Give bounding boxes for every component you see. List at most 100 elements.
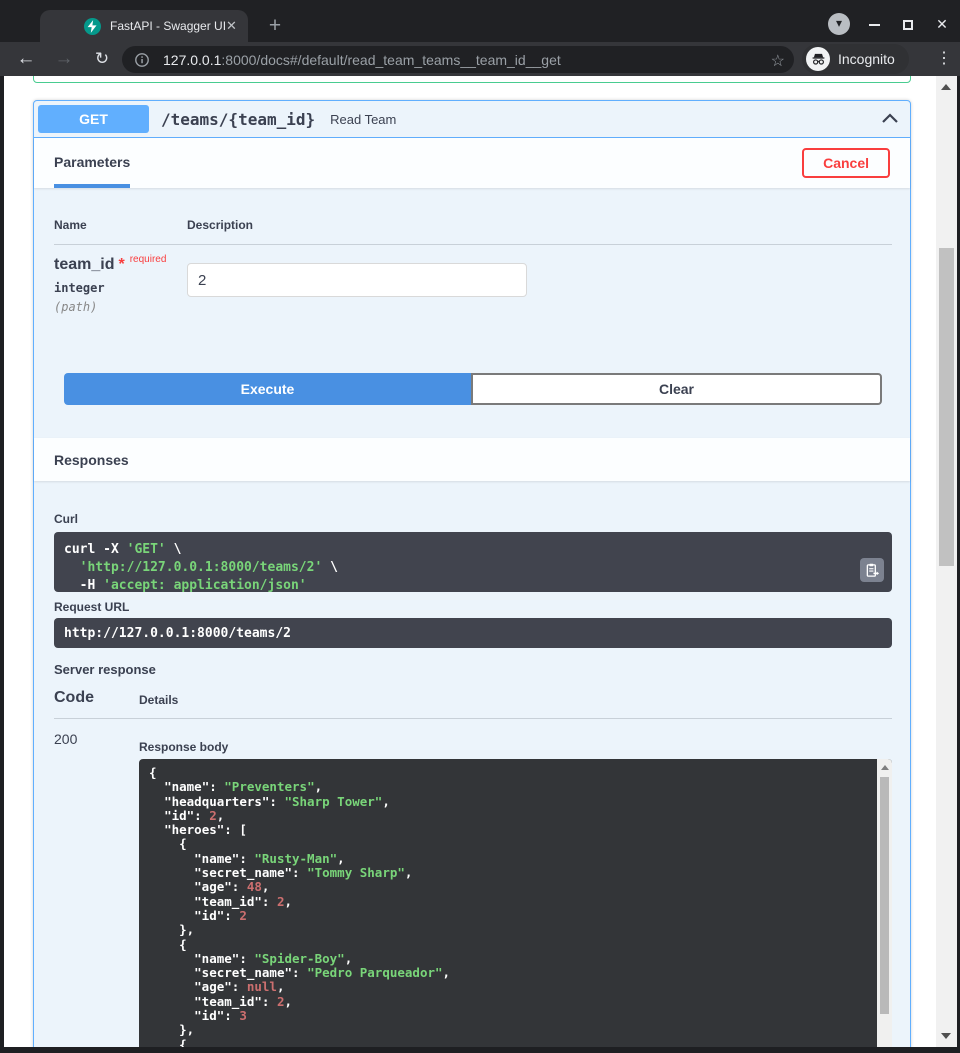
copy-clipboard-icon[interactable] bbox=[860, 558, 884, 582]
endpoint-path: /teams/{team_id} bbox=[161, 110, 315, 129]
details-column-header: Details bbox=[139, 693, 178, 707]
forward-icon[interactable]: → bbox=[50, 42, 78, 76]
code-line: { bbox=[149, 938, 882, 952]
curl-code: curl -X 'GET' \ 'http://127.0.0.1:8000/t… bbox=[64, 541, 882, 595]
code-line: "id": 2 bbox=[149, 909, 882, 923]
browser-toolbar: ← → ↻ 127.0.0.1:8000/docs#/default/read_… bbox=[0, 42, 960, 76]
back-icon[interactable]: ← bbox=[12, 42, 40, 76]
responses-title: Responses bbox=[54, 452, 129, 468]
url-text: 127.0.0.1:8000/docs#/default/read_team_t… bbox=[163, 52, 561, 68]
maximize-icon bbox=[903, 20, 913, 30]
code-line: }, bbox=[149, 1023, 882, 1037]
clear-button[interactable]: Clear bbox=[471, 373, 882, 405]
site-info-icon[interactable] bbox=[134, 52, 150, 68]
execute-row: Execute Clear bbox=[64, 373, 882, 405]
code-line: curl -X 'GET' \ bbox=[64, 541, 882, 559]
code-line: { bbox=[149, 766, 882, 780]
execute-button[interactable]: Execute bbox=[64, 373, 471, 405]
caret-down-icon: ▾ bbox=[836, 16, 842, 30]
previous-endpoint-block-bottom bbox=[33, 76, 911, 83]
request-url-value: http://127.0.0.1:8000/teams/2 bbox=[64, 626, 291, 641]
browser-window: FastAPI - Swagger UI ✕ + ▾ ✕ ← → ↻ 127.0… bbox=[0, 0, 960, 1053]
minimize-button[interactable] bbox=[864, 16, 884, 32]
response-body-block: { "name": "Preventers", "headquarters": … bbox=[139, 759, 892, 1047]
code-line: 'http://127.0.0.1:8000/teams/2' \ bbox=[64, 559, 882, 577]
endpoint-header[interactable]: GET /teams/{team_id} Read Team bbox=[34, 101, 910, 138]
column-header-description: Description bbox=[187, 218, 253, 232]
close-button[interactable]: ✕ bbox=[932, 16, 952, 33]
new-tab-button[interactable]: + bbox=[262, 13, 288, 39]
code-column-header: Code bbox=[54, 689, 94, 707]
parameter-location: (path) bbox=[54, 300, 186, 314]
page-scrollbar-thumb[interactable] bbox=[939, 248, 954, 566]
request-url-block: http://127.0.0.1:8000/teams/2 bbox=[54, 618, 892, 648]
responses-section-header: Responses bbox=[34, 438, 910, 481]
response-table-divider bbox=[54, 718, 892, 719]
incognito-badge: Incognito bbox=[802, 44, 909, 74]
column-header-name: Name bbox=[54, 218, 87, 232]
response-scrollbar[interactable] bbox=[877, 759, 892, 1047]
window-controls: ▾ ✕ bbox=[828, 13, 952, 35]
code-line: "id": 2, bbox=[149, 809, 882, 823]
response-body-label: Response body bbox=[139, 740, 228, 754]
code-line: { bbox=[149, 1038, 882, 1047]
status-code: 200 bbox=[54, 731, 77, 747]
team-id-input[interactable] bbox=[187, 263, 527, 297]
browser-tab[interactable]: FastAPI - Swagger UI ✕ bbox=[40, 10, 248, 42]
code-line: -H 'accept: application/json' bbox=[64, 577, 882, 595]
code-line: "secret_name": "Pedro Parqueador", bbox=[149, 966, 882, 980]
cancel-button[interactable]: Cancel bbox=[802, 148, 890, 178]
endpoint-summary: Read Team bbox=[330, 112, 396, 127]
incognito-label: Incognito bbox=[838, 51, 895, 67]
code-line: "team_id": 2, bbox=[149, 995, 882, 1009]
code-line: "id": 3 bbox=[149, 1009, 882, 1023]
table-divider bbox=[54, 244, 892, 245]
code-line: "team_id": 2, bbox=[149, 895, 882, 909]
page-scrollbar[interactable] bbox=[936, 76, 957, 1047]
tab-parameters[interactable]: Parameters bbox=[54, 138, 130, 188]
url-bar[interactable]: 127.0.0.1:8000/docs#/default/read_team_t… bbox=[122, 46, 794, 73]
required-label: required bbox=[130, 254, 167, 265]
request-url-label: Request URL bbox=[54, 600, 129, 614]
response-json-code: { "name": "Preventers", "headquarters": … bbox=[149, 766, 882, 1047]
code-line: "name": "Rusty-Man", bbox=[149, 852, 882, 866]
incognito-icon bbox=[806, 47, 830, 71]
code-line: "age": null, bbox=[149, 980, 882, 994]
maximize-button[interactable] bbox=[898, 16, 918, 32]
menu-dots-icon[interactable]: ⋮ bbox=[936, 42, 952, 76]
parameters-section-header: Parameters Cancel bbox=[34, 138, 910, 188]
page-content: GET /teams/{team_id} Read Team Parameter… bbox=[4, 76, 957, 1047]
method-badge: GET bbox=[38, 105, 149, 133]
server-response-label: Server response bbox=[54, 662, 156, 677]
get-endpoint-block: GET /teams/{team_id} Read Team Parameter… bbox=[33, 100, 911, 1047]
code-line: "headquarters": "Sharp Tower", bbox=[149, 795, 882, 809]
tab-title: FastAPI - Swagger UI bbox=[110, 19, 226, 33]
parameter-name: team_id bbox=[54, 256, 114, 273]
parameter-name-cell: team_id* required integer (path) bbox=[54, 254, 186, 314]
scroll-up-icon[interactable] bbox=[881, 765, 889, 770]
parameter-type: integer bbox=[54, 281, 186, 295]
page-scroll-up-icon[interactable] bbox=[941, 84, 951, 90]
fastapi-favicon-icon bbox=[84, 18, 101, 35]
response-scrollbar-thumb[interactable] bbox=[880, 777, 889, 1014]
bookmark-star-icon[interactable]: ☆ bbox=[771, 51, 785, 71]
code-line: "heroes": [ bbox=[149, 823, 882, 837]
reload-icon[interactable]: ↻ bbox=[88, 42, 116, 76]
browser-update-icon[interactable]: ▾ bbox=[828, 13, 850, 35]
code-line: { bbox=[149, 837, 882, 851]
url-path: :8000/docs#/default/read_team_teams__tea… bbox=[221, 52, 560, 68]
collapse-chevron-icon[interactable] bbox=[880, 109, 900, 129]
page-scroll-down-icon[interactable] bbox=[941, 1033, 951, 1039]
code-line: "secret_name": "Tommy Sharp", bbox=[149, 866, 882, 880]
code-line: "name": "Spider-Boy", bbox=[149, 952, 882, 966]
required-asterisk: * bbox=[118, 256, 124, 273]
minimize-icon bbox=[869, 24, 880, 26]
code-line: "age": 48, bbox=[149, 880, 882, 894]
code-line: "name": "Preventers", bbox=[149, 780, 882, 794]
code-line: }, bbox=[149, 923, 882, 937]
tab-strip: FastAPI - Swagger UI ✕ + ▾ ✕ bbox=[0, 0, 960, 42]
tab-close-icon[interactable]: ✕ bbox=[226, 18, 237, 34]
url-host: 127.0.0.1 bbox=[163, 52, 221, 68]
curl-command-block: curl -X 'GET' \ 'http://127.0.0.1:8000/t… bbox=[54, 532, 892, 592]
curl-label: Curl bbox=[54, 512, 78, 526]
